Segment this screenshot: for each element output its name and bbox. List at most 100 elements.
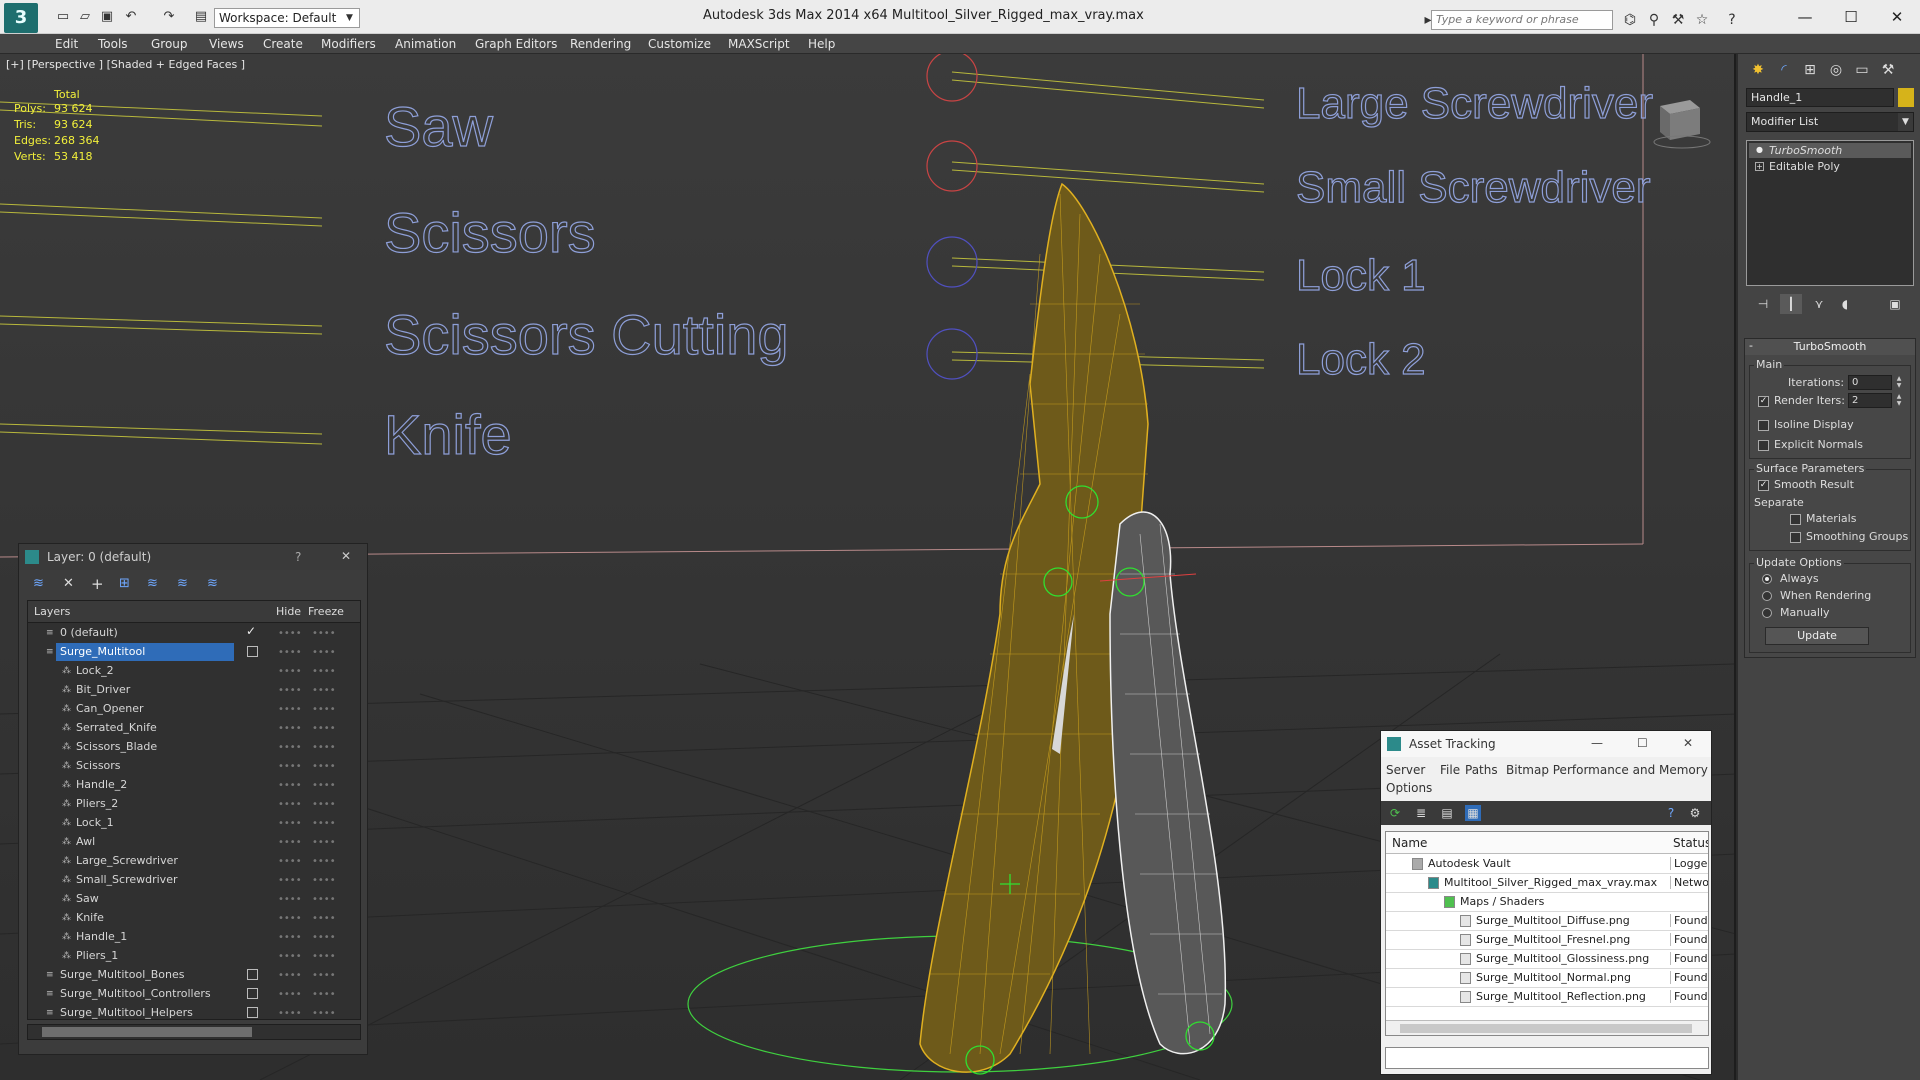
spinner-arrows-icon[interactable]: ▲ ▼ xyxy=(1894,375,1904,390)
project-folder-icon[interactable]: ▤ xyxy=(192,8,210,26)
open-file-icon[interactable]: ▱ xyxy=(76,8,94,26)
layer-row[interactable]: ⁂ Bit_Driver •••• •••• xyxy=(28,681,360,700)
layer-row[interactable]: ⁂ Handle_2 •••• •••• xyxy=(28,776,360,795)
remove-modifier-icon[interactable]: ◖ xyxy=(1834,294,1856,314)
layer-row[interactable]: ⁂ Can_Opener •••• •••• xyxy=(28,700,360,719)
hide-toggle[interactable]: •••• xyxy=(278,723,302,734)
chevron-down-icon[interactable]: ▼ xyxy=(1898,113,1913,131)
hide-toggle[interactable]: •••• xyxy=(278,742,302,753)
highlight-layer-icon[interactable]: ≋ xyxy=(147,576,158,591)
layer-explorer-titlebar[interactable]: Layer: 0 (default) xyxy=(19,544,367,570)
set-current-checkbox[interactable] xyxy=(247,969,258,980)
freeze-all-icon[interactable]: ≋ xyxy=(207,576,218,591)
object-name-field[interactable]: Handle_1 xyxy=(1746,88,1894,107)
list-view-icon[interactable]: ≣ xyxy=(1413,805,1429,821)
freeze-toggle[interactable]: •••• xyxy=(312,951,336,962)
asset-row[interactable]: Surge_Multitool_Glossiness.png Found xyxy=(1386,950,1708,969)
add-to-layer-icon[interactable]: + xyxy=(91,575,104,593)
asset-table[interactable]: Name Status Autodesk Vault Logged Multitoo… xyxy=(1385,831,1709,1036)
layer-name[interactable]: Scissors_Blade xyxy=(72,738,234,756)
asset-tracking-window[interactable]: Asset Tracking — ☐ ✕ Server File Paths B… xyxy=(1380,730,1712,1075)
expand-icon[interactable]: + xyxy=(1755,162,1764,171)
menu-group[interactable]: Group xyxy=(151,37,188,51)
maximize-button[interactable]: ☐ xyxy=(1828,4,1874,30)
layer-row[interactable]: ⁂ Pliers_1 •••• •••• xyxy=(28,947,360,966)
favorites-star-icon[interactable]: ☆ xyxy=(1692,10,1712,30)
modifier-stack[interactable]: ● TurboSmooth + Editable Poly xyxy=(1746,140,1914,286)
set-current-checkbox[interactable] xyxy=(247,646,258,657)
freeze-toggle[interactable]: •••• xyxy=(312,628,336,639)
scene-label-small-screwdriver[interactable]: Small Screwdriver xyxy=(1295,162,1651,212)
collapse-icon[interactable]: - xyxy=(1749,339,1753,352)
layer-name[interactable]: Lock_2 xyxy=(72,662,234,680)
hide-toggle[interactable]: •••• xyxy=(278,894,302,905)
layer-name[interactable]: Lock_1 xyxy=(72,814,234,832)
hide-toggle[interactable]: •••• xyxy=(278,1008,302,1019)
layer-name[interactable]: Surge_Multitool_Bones xyxy=(56,966,234,984)
smooth-result-checkbox[interactable]: ✓ xyxy=(1758,480,1769,491)
hierarchy-tab-icon[interactable]: ⊞ xyxy=(1798,58,1822,82)
hide-toggle[interactable]: •••• xyxy=(278,647,302,658)
asset-row[interactable]: Surge_Multitool_Diffuse.png Found xyxy=(1386,912,1708,931)
render-iters-spinner[interactable]: 2 xyxy=(1848,393,1892,408)
layer-row[interactable]: ⁂ Pliers_2 •••• •••• xyxy=(28,795,360,814)
set-current-checkbox[interactable] xyxy=(247,988,258,999)
layer-name[interactable]: Knife xyxy=(72,909,234,927)
scene-label-large-screwdriver[interactable]: Large Screwdriver xyxy=(1295,78,1653,128)
help-icon[interactable]: ? xyxy=(295,550,301,564)
rollout-title[interactable]: TurboSmooth xyxy=(1745,339,1915,355)
asset-menu-paths[interactable]: Paths xyxy=(1465,763,1498,777)
freeze-toggle[interactable]: •••• xyxy=(312,875,336,886)
layer-name[interactable]: Awl xyxy=(72,833,234,851)
minimize-button[interactable]: — xyxy=(1782,4,1828,30)
layer-row[interactable]: ⁂ Scissors_Blade •••• •••• xyxy=(28,738,360,757)
scrollbar-thumb[interactable] xyxy=(42,1027,252,1037)
layer-name[interactable]: Serrated_Knife xyxy=(72,719,234,737)
layer-row[interactable]: ≡ Surge_Multitool_Controllers •••• •••• xyxy=(28,985,360,1004)
layer-name[interactable]: Saw xyxy=(72,890,234,908)
layer-row[interactable]: ⁂ Awl •••• •••• xyxy=(28,833,360,852)
app-logo[interactable]: 3 xyxy=(4,3,38,33)
freeze-toggle[interactable]: •••• xyxy=(312,799,336,810)
hide-toggle[interactable]: •••• xyxy=(278,628,302,639)
menu-modifiers[interactable]: Modifiers xyxy=(321,37,376,51)
tree-view-icon[interactable]: ▤ xyxy=(1439,805,1455,821)
hide-toggle[interactable]: •••• xyxy=(278,932,302,943)
freeze-toggle[interactable]: •••• xyxy=(312,932,336,943)
help-icon[interactable]: ? xyxy=(1722,10,1742,30)
layer-name[interactable]: 0 (default) xyxy=(56,624,234,642)
asset-row[interactable]: Maps / Shaders xyxy=(1386,893,1708,912)
layer-name[interactable]: Small_Screwdriver xyxy=(72,871,234,889)
layer-row[interactable]: ⁂ Saw •••• •••• xyxy=(28,890,360,909)
layer-row[interactable]: ≡ 0 (default) ✓ •••• •••• xyxy=(28,624,360,643)
layer-name[interactable]: Large_Screwdriver xyxy=(72,852,234,870)
asset-tracking-titlebar[interactable]: Asset Tracking xyxy=(1381,731,1711,757)
layer-row[interactable]: ⁂ Handle_1 •••• •••• xyxy=(28,928,360,947)
hide-toggle[interactable]: •••• xyxy=(278,913,302,924)
modify-tab-icon[interactable]: ◜ xyxy=(1772,58,1796,82)
hide-all-icon[interactable]: ≋ xyxy=(177,576,188,591)
scene-label-scissors[interactable]: Scissors xyxy=(383,200,596,264)
asset-menu-file[interactable]: File xyxy=(1440,763,1460,777)
new-layer-icon[interactable]: ≋ xyxy=(33,576,44,591)
freeze-toggle[interactable]: •••• xyxy=(312,704,336,715)
save-file-icon[interactable]: ▣ xyxy=(98,8,116,26)
when-rendering-radio[interactable] xyxy=(1762,591,1772,601)
binoculars-icon[interactable]: ⌬ xyxy=(1620,10,1640,30)
freeze-toggle[interactable]: •••• xyxy=(312,1008,336,1019)
close-button[interactable]: ✕ xyxy=(1683,736,1693,750)
layer-name[interactable]: Scissors xyxy=(72,757,234,775)
iterations-spinner[interactable]: 0 xyxy=(1848,375,1892,390)
display-tab-icon[interactable]: ▭ xyxy=(1850,58,1874,82)
freeze-toggle[interactable]: •••• xyxy=(312,970,336,981)
select-objects-icon[interactable]: ⊞ xyxy=(119,576,130,591)
pin-stack-icon[interactable]: ⊣ xyxy=(1752,294,1774,314)
refresh-icon[interactable]: ⟳ xyxy=(1387,805,1403,821)
layer-name[interactable]: Pliers_1 xyxy=(72,947,234,965)
menu-views[interactable]: Views xyxy=(209,37,244,51)
minimize-button[interactable]: — xyxy=(1591,736,1603,750)
hide-toggle[interactable]: •••• xyxy=(278,875,302,886)
asset-row[interactable]: Surge_Multitool_Reflection.png Found xyxy=(1386,988,1708,1007)
configure-modifier-sets-icon[interactable]: ▣ xyxy=(1884,294,1906,314)
asset-row[interactable]: Surge_Multitool_Fresnel.png Found xyxy=(1386,931,1708,950)
